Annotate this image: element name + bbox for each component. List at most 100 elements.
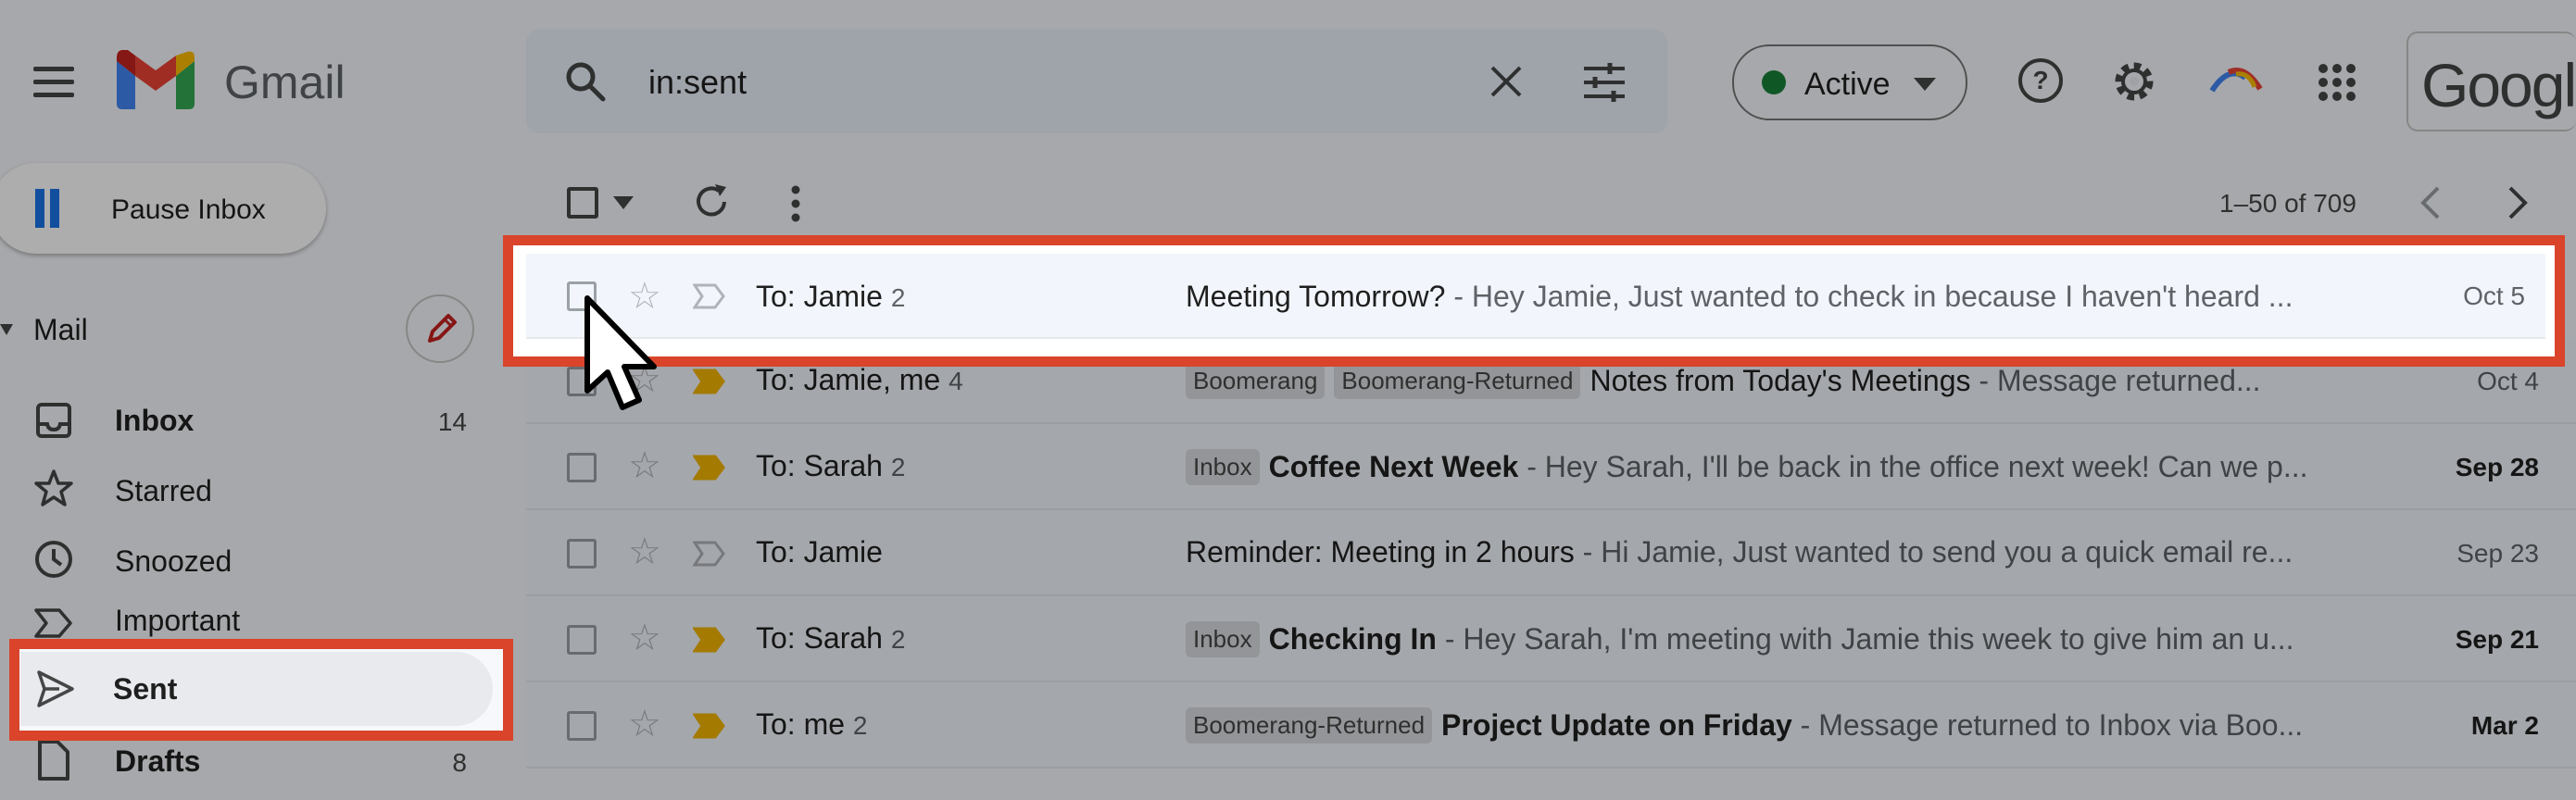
settings-gear-icon[interactable] [2110, 57, 2158, 106]
sidebar-item-label: Inbox [115, 404, 195, 437]
importance-marker-icon[interactable] [693, 369, 726, 394]
sidebar-item-drafts[interactable]: Drafts 8 [0, 731, 500, 800]
search-options-icon[interactable] [1582, 63, 1627, 102]
send-icon [37, 670, 74, 707]
email-subject: Coffee Next Week [1268, 450, 1519, 483]
help-icon[interactable]: ? [2017, 57, 2064, 104]
main-menu-button[interactable] [33, 67, 74, 106]
label-chip[interactable]: Boomerang [1186, 363, 1326, 399]
email-date: Sep 28 [2455, 453, 2539, 481]
sidebar-item-label: Drafts [115, 744, 201, 778]
star-toggle-icon[interactable]: ☆ [628, 619, 661, 656]
importance-marker-icon[interactable] [693, 713, 726, 739]
email-recipient: To: Jamie, me 4 [756, 363, 963, 397]
email-recipient: To: Sarah 2 [756, 449, 905, 483]
sidebar-item-starred[interactable]: Starred [0, 459, 500, 528]
email-date: Sep 23 [2457, 539, 2539, 568]
search-input[interactable]: in:sent [648, 63, 747, 102]
more-options-icon[interactable] [789, 183, 802, 224]
collapse-mail-icon[interactable] [0, 324, 13, 335]
importance-marker-icon[interactable] [693, 455, 726, 481]
email-subject-line: Boomerang Boomerang-Returned Notes from To… [1186, 363, 2427, 399]
email-row-6[interactable]: ☆ To: me 2 Boomerang-Returned Project Updat… [526, 683, 2576, 769]
svg-text:?: ? [2032, 66, 2048, 94]
star-toggle-icon[interactable]: ☆ [628, 533, 661, 570]
mail-section-label[interactable]: Mail [33, 313, 88, 347]
clear-search-icon[interactable] [1489, 65, 1523, 98]
apps-grid-icon[interactable] [2318, 63, 2356, 102]
row-checkbox[interactable] [567, 453, 597, 482]
recipient-name: To: Jamie, me [756, 363, 941, 396]
email-row-5[interactable]: ☆ To: Sarah 2 Inbox Checking In - Hey Sarah… [526, 597, 2576, 682]
pause-icon-bar-right [50, 189, 59, 228]
next-page-icon[interactable] [2507, 185, 2529, 220]
inbox-icon [36, 403, 71, 438]
gmail-wordmark: Gmail [224, 56, 346, 108]
sidebar-item-sent[interactable]: Sent [20, 652, 493, 726]
row-checkbox[interactable] [567, 711, 597, 741]
pause-inbox-button[interactable]: Pause Inbox [0, 163, 326, 254]
workspace-app-icon[interactable] [2208, 65, 2264, 94]
search-bar[interactable]: in:sent [526, 30, 1667, 133]
compose-button[interactable] [406, 294, 474, 363]
email-row-1[interactable]: ☆ To: Jamie 2 Meeting Tomorrow? - Hey Ja… [526, 254, 2545, 339]
email-subject: Meeting Tomorrow? [1186, 280, 1446, 313]
label-chip[interactable]: Inbox [1186, 621, 1260, 657]
thread-count: 4 [949, 367, 963, 395]
previous-page-icon[interactable] [2419, 185, 2442, 220]
star-toggle-icon[interactable]: ☆ [628, 447, 661, 484]
email-subject-line: Reminder: Meeting in 2 hours - Hi Jamie,… [1186, 535, 2427, 569]
label-chip[interactable]: Boomerang-Returned [1334, 363, 1581, 399]
email-subject: Checking In [1268, 622, 1437, 656]
select-dropdown-icon[interactable] [613, 196, 634, 209]
search-icon[interactable] [565, 61, 606, 102]
email-row-3[interactable]: ☆ To: Sarah 2 Inbox Coffee Next Week - Hey … [526, 425, 2576, 510]
row-checkbox[interactable] [567, 539, 597, 569]
importance-marker-icon[interactable] [693, 283, 726, 309]
label-chip[interactable]: Boomerang-Returned [1186, 707, 1433, 744]
inbox-unread-count: 14 [437, 407, 467, 436]
sidebar-item-snoozed[interactable]: Snoozed [0, 528, 500, 596]
email-recipient: To: Jamie [756, 535, 883, 569]
email-recipient: To: Jamie 2 [756, 280, 905, 314]
email-snippet: - Hey Jamie, Just wanted to check in bec… [1445, 280, 2293, 313]
email-recipient: To: me 2 [756, 707, 868, 742]
thread-count: 2 [852, 711, 868, 740]
email-row-4[interactable]: ☆ To: Jamie Reminder: Meeting in 2 hours … [526, 511, 2576, 596]
sidebar-item-label: Sent [113, 672, 178, 706]
email-date: Oct 5 [2463, 281, 2525, 310]
google-wordmark: Google [2421, 51, 2576, 119]
email-subject-line: Inbox Coffee Next Week - Hey Sarah, I'll … [1186, 449, 2427, 485]
importance-marker-icon[interactable] [693, 627, 726, 653]
label-chip[interactable]: Inbox [1186, 449, 1260, 485]
email-subject-line: Inbox Checking In - Hey Sarah, I'm meetin… [1186, 621, 2427, 657]
email-snippet: - Hey Sarah, I'll be back in the office … [1518, 450, 2308, 483]
email-snippet: - Hi Jamie, Just wanted to send you a qu… [1574, 535, 2293, 569]
status-selector[interactable]: Active [1732, 44, 1967, 120]
google-account-button[interactable]: Google [2406, 31, 2576, 131]
sidebar-item-inbox[interactable]: Inbox 14 [0, 391, 500, 459]
gmail-logo[interactable] [117, 49, 195, 114]
email-date: Oct 4 [2477, 367, 2539, 395]
refresh-icon[interactable] [691, 181, 732, 222]
recipient-name: To: Sarah [756, 621, 883, 655]
email-subject: Notes from Today's Meetings [1590, 364, 1971, 397]
star-toggle-icon[interactable]: ☆ [628, 706, 661, 743]
recipient-name: To: Sarah [756, 449, 883, 482]
email-subject-line: Meeting Tomorrow? - Hey Jamie, Just want… [1186, 280, 2427, 314]
email-snippet: - Message returned... [1970, 364, 2261, 397]
recipient-name: To: Jamie [756, 535, 883, 569]
pause-icon-bar-left [35, 189, 44, 228]
status-label: Active [1804, 67, 1891, 102]
chevron-down-icon [1914, 78, 1936, 91]
draft-icon [38, 740, 69, 781]
row-checkbox[interactable] [567, 625, 597, 655]
mouse-cursor-icon [584, 295, 657, 410]
importance-marker-icon[interactable] [693, 541, 726, 567]
email-snippet: - Message returned to Inbox via Boo... [1791, 708, 2304, 742]
email-snippet: - Hey Sarah, I'm meeting with Jamie this… [1436, 622, 2294, 656]
email-subject: Project Update on Friday [1441, 708, 1792, 742]
sidebar-item-label: Snoozed [115, 544, 232, 578]
email-subject-line: Boomerang-Returned Project Update on Frid… [1186, 707, 2427, 744]
select-all-checkbox[interactable] [567, 187, 598, 219]
